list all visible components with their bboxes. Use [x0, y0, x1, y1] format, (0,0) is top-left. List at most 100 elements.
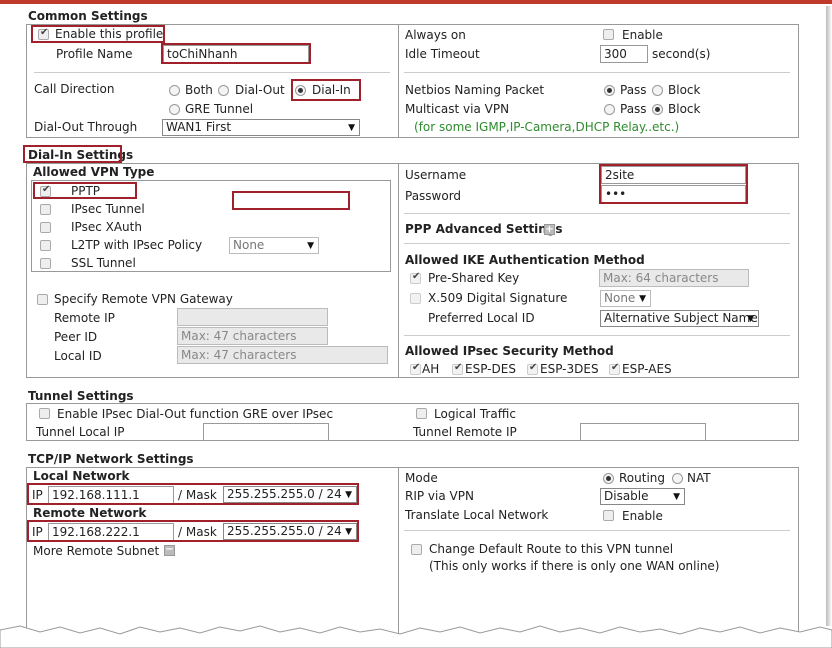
dialout-through-select[interactable]: WAN1 First [162, 119, 360, 136]
mode-nat-radio[interactable] [672, 473, 683, 484]
specify-gateway-checkbox[interactable] [37, 294, 48, 305]
direction-both-radio[interactable] [169, 85, 180, 96]
ppp-advanced-label[interactable]: PPP Advanced Settings [405, 222, 563, 236]
preferred-local-id-select[interactable]: Alternative Subject Name [600, 310, 759, 327]
local-id-input[interactable]: Max: 47 characters [177, 346, 388, 364]
password-label: Password [405, 189, 462, 203]
divider [404, 213, 790, 214]
x509-select[interactable]: None [600, 290, 651, 307]
rip-select[interactable]: Disable [600, 488, 685, 505]
idle-timeout-input[interactable]: 300 [600, 45, 648, 63]
divider [404, 72, 790, 73]
divider [404, 335, 790, 336]
preferred-local-id-label: Preferred Local ID [428, 311, 535, 325]
dialout-through-label: Dial-Out Through [34, 120, 138, 134]
translate-label: Translate Local Network [405, 508, 549, 522]
tunnel-remote-ip-label: Tunnel Remote IP [413, 425, 517, 439]
mode-label: Mode [405, 471, 438, 485]
remote-network-title: Remote Network [33, 506, 147, 520]
more-remote-subnet-label[interactable]: More Remote Subnet [33, 544, 159, 558]
netbios-pass-radio[interactable] [604, 85, 615, 96]
highlight-box [599, 164, 748, 204]
x509-label: X.509 Digital Signature [428, 291, 568, 305]
divider [398, 24, 399, 138]
esp-3des-label: ESP-3DES [540, 362, 599, 376]
psk-checkbox[interactable] [410, 271, 421, 284]
tunnel-local-ip-label: Tunnel Local IP [36, 425, 125, 439]
esp-des-checkbox[interactable] [452, 362, 463, 375]
multicast-pass-label: Pass [620, 102, 647, 116]
username-label: Username [405, 168, 467, 182]
x509-checkbox[interactable] [410, 293, 421, 304]
highlight-box [23, 145, 122, 163]
ipsec-tunnel-checkbox[interactable] [40, 204, 51, 215]
profile-name-label: Profile Name [56, 47, 133, 61]
multicast-pass-radio[interactable] [604, 104, 615, 115]
logical-traffic-label: Logical Traffic [434, 407, 516, 421]
call-direction-label: Call Direction [34, 82, 115, 96]
tunnel-remote-ip-input[interactable] [580, 423, 706, 441]
l2tp-checkbox[interactable] [40, 240, 51, 251]
direction-both-label: Both [185, 83, 213, 97]
idle-timeout-label: Idle Timeout [405, 47, 480, 61]
netbios-block-radio[interactable] [652, 85, 663, 96]
highlight-box [291, 79, 361, 101]
peer-id-label: Peer ID [54, 330, 98, 344]
rip-label: RIP via VPN [405, 489, 474, 503]
enable-gre-label: Enable IPsec Dial-Out function GRE over … [57, 407, 334, 421]
multicast-block-radio[interactable] [652, 104, 663, 115]
translate-checkbox[interactable] [603, 510, 614, 521]
always-on-label: Always on [405, 28, 466, 42]
ipsec-xauth-label: IPsec XAuth [71, 220, 142, 234]
multicast-label: Multicast via VPN [405, 102, 510, 116]
page-shadow [826, 6, 832, 626]
highlight-box [161, 43, 311, 64]
tunnel-settings-title: Tunnel Settings [28, 389, 134, 403]
highlight-box [232, 191, 350, 210]
remote-ip-input[interactable] [177, 308, 328, 326]
enable-gre-checkbox[interactable] [39, 408, 50, 419]
mode-routing-label: Routing [619, 471, 666, 485]
torn-edge [0, 625, 832, 648]
esp-3des-checkbox[interactable] [527, 362, 538, 375]
ipsec-xauth-checkbox[interactable] [40, 222, 51, 233]
common-settings-title: Common Settings [28, 9, 148, 23]
esp-aes-label: ESP-AES [622, 362, 672, 376]
allowed-vpn-type-title: Allowed VPN Type [33, 165, 155, 179]
collapse-minus-icon[interactable]: − [164, 545, 175, 556]
always-on-enable-label: Enable [622, 28, 663, 42]
logical-traffic-checkbox[interactable] [416, 408, 427, 419]
highlight-box [33, 182, 137, 199]
specify-gateway-label: Specify Remote VPN Gateway [54, 292, 233, 306]
mode-nat-label: NAT [687, 471, 711, 485]
ssl-tunnel-checkbox[interactable] [40, 258, 51, 269]
netbios-block-label: Block [668, 83, 701, 97]
direction-dialout-radio[interactable] [218, 85, 229, 96]
ah-label: AH [422, 362, 440, 376]
psk-input[interactable]: Max: 64 characters [599, 269, 749, 287]
esp-des-label: ESP-DES [465, 362, 516, 376]
psk-label: Pre-Shared Key [428, 271, 520, 285]
l2tp-policy-select[interactable]: None [229, 237, 319, 254]
direction-gre-label: GRE Tunnel [185, 102, 254, 116]
expand-plus-icon[interactable]: + [544, 224, 555, 235]
divider [34, 72, 390, 73]
divider [404, 243, 790, 244]
peer-id-input[interactable]: Max: 47 characters [177, 327, 328, 345]
ah-checkbox[interactable] [410, 362, 421, 375]
highlight-box [27, 483, 359, 505]
netbios-label: Netbios Naming Packet [405, 83, 545, 97]
mode-routing-radio[interactable] [603, 473, 614, 484]
divider [404, 530, 790, 531]
local-network-title: Local Network [33, 469, 130, 483]
tcpip-settings-title: TCP/IP Network Settings [28, 452, 194, 466]
netbios-pass-label: Pass [620, 83, 647, 97]
ssl-tunnel-label: SSL Tunnel [71, 256, 136, 270]
local-id-label: Local ID [54, 349, 102, 363]
always-on-checkbox[interactable] [603, 29, 614, 40]
change-route-checkbox[interactable] [411, 544, 422, 555]
esp-aes-checkbox[interactable] [609, 362, 620, 375]
top-accent-bar [0, 0, 832, 4]
tunnel-local-ip-input[interactable] [203, 423, 329, 441]
direction-gre-radio[interactable] [169, 104, 180, 115]
